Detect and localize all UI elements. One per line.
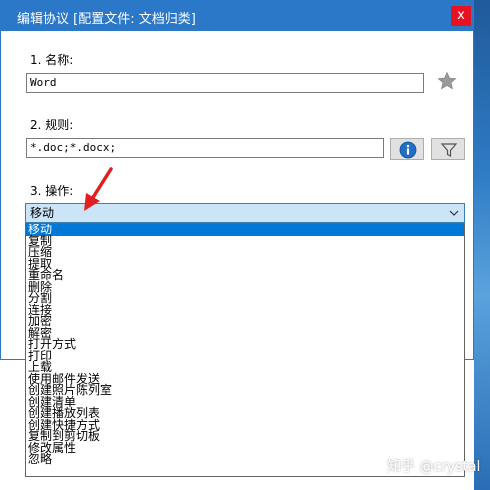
option-encrypt[interactable]: 加密 (26, 315, 464, 328)
rule-label: 2. 规则: (30, 118, 74, 132)
desktop-background (474, 0, 490, 490)
close-button[interactable]: x (451, 6, 471, 26)
option-extract[interactable]: 提取 (26, 258, 464, 271)
option-move[interactable]: 移动 (26, 224, 464, 236)
star-icon (437, 71, 457, 90)
option-copy-to-clipboard[interactable]: 复制到剪切板 (26, 430, 464, 443)
filter-button[interactable] (431, 138, 465, 160)
filter-icon (440, 143, 458, 157)
option-compress[interactable]: 压缩 (26, 246, 464, 259)
rule-input[interactable]: *.doc;*.docx; (26, 138, 384, 158)
option-open-with[interactable]: 打开方式 (26, 338, 464, 351)
red-arrow-annotation (84, 167, 113, 211)
name-label: 1. 名称: (30, 53, 74, 67)
title-bar: 编辑协议 [配置文件: 文档归类] x (1, 1, 473, 31)
watermark: 知乎 @crystal (387, 459, 481, 475)
info-button[interactable] (390, 138, 424, 160)
option-delete[interactable]: 删除 (26, 281, 464, 294)
option-decrypt[interactable]: 解密 (26, 327, 464, 340)
chevron-down-icon (449, 210, 459, 216)
option-print[interactable]: 打印 (26, 350, 464, 363)
window-title: 编辑协议 [配置文件: 文档归类] (17, 12, 196, 27)
name-input[interactable]: Word (26, 73, 424, 93)
info-icon (399, 141, 417, 159)
option-split[interactable]: 分割 (26, 292, 464, 305)
option-create-gallery[interactable]: 创建照片陈列室 (26, 384, 464, 397)
action-select-value: 移动 (30, 206, 55, 220)
option-rename[interactable]: 重命名 (26, 269, 464, 282)
action-label: 3. 操作: (30, 184, 74, 198)
favorite-button[interactable] (437, 71, 459, 93)
action-dropdown-list: 移动 复制 压缩 提取 重命名 删除 分割 连接 加密 解密 打开方式 打印 上… (25, 223, 465, 477)
option-join[interactable]: 连接 (26, 304, 464, 317)
option-copy[interactable]: 复制 (26, 235, 464, 248)
option-modify-attributes[interactable]: 修改属性 (26, 442, 464, 455)
